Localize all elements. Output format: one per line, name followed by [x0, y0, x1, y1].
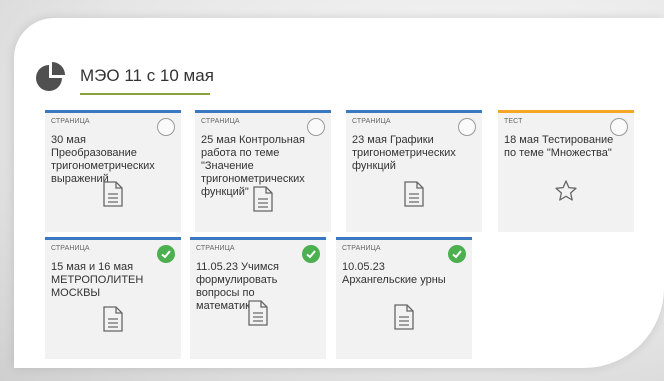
card-type: СТРАНИЦА: [51, 118, 90, 125]
card-title: 23 мая Графики тригонометрических функци…: [352, 134, 456, 172]
card-23-may[interactable]: СТРАНИЦА 23 мая Графики тригонометрическ…: [346, 110, 482, 232]
star-icon: [555, 180, 577, 201]
title-underline: [80, 93, 210, 95]
document-icon: [404, 181, 424, 207]
card-title: 15 мая и 16 мая МЕТРОПОЛИТЕН МОСКВЫ: [51, 261, 144, 299]
card-30-may[interactable]: СТРАНИЦА 30 мая Преобразование тригономе…: [45, 110, 181, 232]
card-type: СТРАНИЦА: [352, 118, 391, 125]
document-icon: [103, 181, 123, 207]
card-type: СТРАНИЦА: [196, 245, 235, 252]
card-type: СТРАНИЦА: [201, 118, 240, 125]
card-11-05-23[interactable]: СТРАНИЦА 11.05.23 Учимся формулировать в…: [190, 237, 326, 359]
section-title[interactable]: МЭО 11 с 10 мая: [80, 66, 214, 86]
section-panel: МЭО 11 с 10 мая СТРАНИЦА 30 мая Преобраз…: [14, 18, 664, 368]
document-icon: [253, 186, 273, 212]
document-icon: [394, 304, 414, 330]
title-wrap: МЭО 11 с 10 мая: [80, 66, 214, 95]
card-25-may[interactable]: СТРАНИЦА 25 мая Контрольная работа по те…: [195, 110, 331, 232]
pie-chart-icon: [36, 62, 65, 91]
card-title: 10.05.23 Архангельские урны: [342, 261, 446, 286]
card-type: СТРАНИЦА: [51, 245, 90, 252]
card-15-16-may[interactable]: СТРАНИЦА 15 мая и 16 мая МЕТРОПОЛИТЕН МО…: [45, 237, 181, 359]
document-icon: [248, 300, 268, 326]
section-header: МЭО 11 с 10 мая: [32, 60, 214, 96]
card-18-may-test[interactable]: ТЕСТ 18 мая Тестирование по теме "Множес…: [498, 110, 634, 232]
card-type: ТЕСТ: [504, 118, 523, 125]
card-title: 18 мая Тестирование по теме "Множества": [504, 134, 614, 159]
card-title: 30 мая Преобразование тригонометрических…: [51, 134, 155, 185]
document-icon: [103, 306, 123, 332]
card-type: СТРАНИЦА: [342, 245, 381, 252]
card-10-05-23[interactable]: СТРАНИЦА 10.05.23 Архангельские урны: [336, 237, 472, 359]
